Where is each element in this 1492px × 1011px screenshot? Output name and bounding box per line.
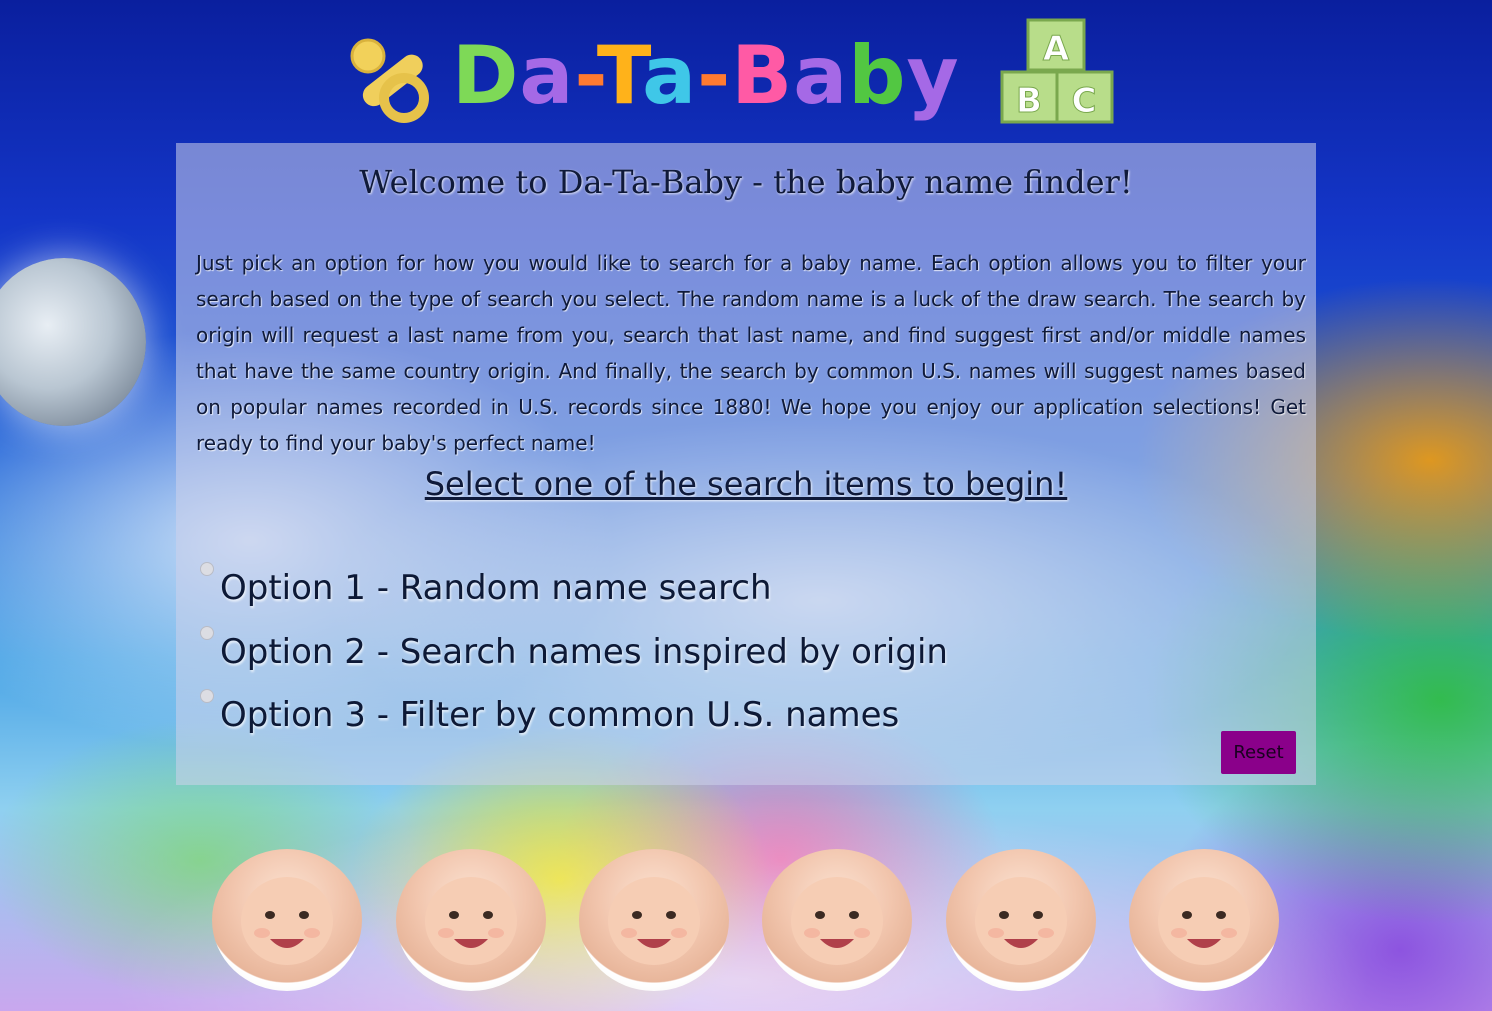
option-2-radio[interactable] xyxy=(200,626,214,640)
option-1-radio[interactable] xyxy=(200,562,214,576)
logo-letter: - xyxy=(697,29,732,122)
logo-letter: y xyxy=(906,29,960,122)
logo-letter: T xyxy=(596,29,643,122)
main-panel: Welcome to Da-Ta-Baby - the baby name fi… xyxy=(176,143,1316,785)
logo-letter: a xyxy=(793,29,849,122)
baby-photo-1 xyxy=(212,849,362,991)
intro-paragraph: Just pick an option for how you would li… xyxy=(196,251,1306,455)
option-2-label[interactable]: Option 2 - Search names inspired by orig… xyxy=(220,632,948,672)
baby-face-icon xyxy=(1158,877,1250,965)
option-3-radio[interactable] xyxy=(200,689,214,703)
option-1-label[interactable]: Option 1 - Random name search xyxy=(220,568,772,608)
logo-letter: D xyxy=(452,29,520,122)
baby-face-icon xyxy=(791,877,883,965)
block-letter-c: C xyxy=(1072,81,1097,121)
abc-blocks-icon: A B C xyxy=(1000,18,1114,124)
baby-photo-3 xyxy=(579,849,729,991)
logo-letter: a xyxy=(519,29,575,122)
logo-letter: b xyxy=(848,29,907,122)
baby-photo-strip xyxy=(212,849,1292,991)
baby-face-icon xyxy=(608,877,700,965)
option-3-label[interactable]: Option 3 - Filter by common U.S. names xyxy=(220,695,899,735)
logo-title: Da-Ta-Baby xyxy=(452,28,960,124)
block-letter-a: A xyxy=(1043,29,1070,69)
baby-face-icon xyxy=(241,877,333,965)
baby-photo-4 xyxy=(762,849,912,991)
pacifier-icon xyxy=(350,38,429,123)
baby-photo-5 xyxy=(946,849,1096,991)
site-logo: Da-Ta-Baby A B C xyxy=(340,14,1120,124)
select-heading: Select one of the search items to begin! xyxy=(424,465,1068,503)
baby-photo-2 xyxy=(396,849,546,991)
logo-letter: a xyxy=(642,29,698,122)
baby-photo-6 xyxy=(1129,849,1279,991)
reset-button[interactable]: Reset xyxy=(1221,731,1296,774)
block-letter-b: B xyxy=(1016,81,1042,121)
baby-face-icon xyxy=(425,877,517,965)
welcome-heading: Welcome to Da-Ta-Baby - the baby name fi… xyxy=(359,163,1133,201)
baby-face-icon xyxy=(975,877,1067,965)
logo-letter: - xyxy=(574,29,597,122)
moon-background-image xyxy=(0,258,146,426)
logo-letter: B xyxy=(731,29,794,122)
